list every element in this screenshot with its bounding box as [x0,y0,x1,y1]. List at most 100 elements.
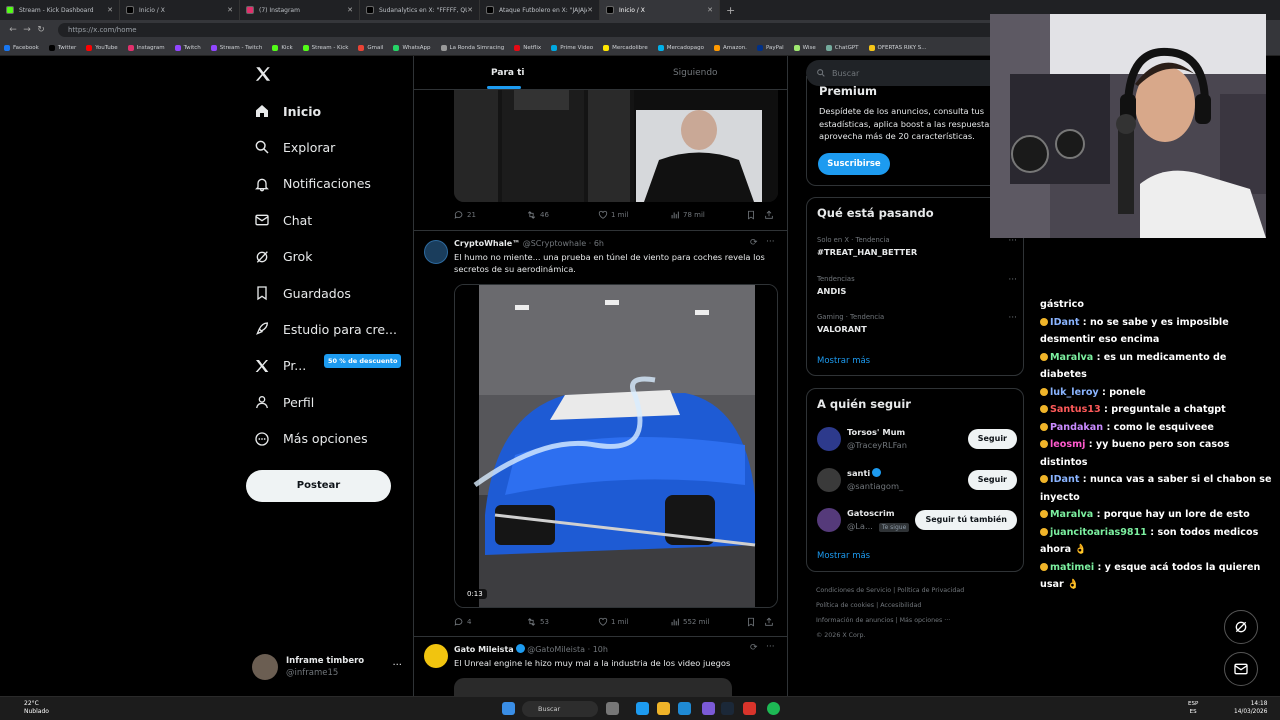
share-icon[interactable] [764,210,777,220]
browser-tab[interactable]: Inicio / X ✕ [600,0,720,20]
tweet-author-handle[interactable]: @SCryptowhale [523,239,586,248]
retweet-button[interactable]: 46 [526,210,598,220]
bookmark-item[interactable]: Stream - Kick [302,44,348,51]
footer-link[interactable]: Política de Privacidad [897,587,964,594]
edge-icon[interactable] [678,702,691,715]
bookmark-item[interactable]: WhatsApp [393,44,431,51]
bookmark-item[interactable]: OFERTAS RIKY S... [868,44,927,51]
follow-suggestion[interactable]: Gatoscrim @La... Te sigue Seguir tú también [817,506,1017,536]
browser-tab[interactable]: Inicio / X ✕ [120,0,240,20]
sidebar-item-notificaciones[interactable]: Notificaciones [254,170,371,198]
follow-suggestion[interactable]: santi @santiagom_ Seguir [817,466,1017,496]
bookmark-item[interactable]: Wise [793,44,816,51]
chat-username[interactable]: leosmj [1050,439,1085,450]
chat-username[interactable]: IDant [1050,317,1079,328]
sidebar-item-chat[interactable]: Chat [254,206,312,234]
close-icon[interactable]: ✕ [707,6,713,14]
new-tab-icon[interactable]: + [726,4,735,17]
bookmark-item[interactable]: La Ronda Simracing [440,44,504,51]
bookmark-item[interactable]: Prime Video [551,44,593,51]
reply-button[interactable]: 4 [454,617,526,627]
footer-link[interactable]: Accesibilidad [880,602,921,609]
trend-item[interactable]: Solo en X · Tendencia #TREAT_HAN_BETTER ··… [817,236,1017,257]
close-icon[interactable]: ✕ [347,6,353,14]
spotify-icon[interactable] [767,702,780,715]
avatar[interactable] [424,240,448,264]
tweet-video[interactable]: 0:13 [454,284,778,608]
retweet-button[interactable]: 53 [526,617,598,627]
reply-button[interactable]: 21 [454,210,526,220]
chat-username[interactable]: IDant [1050,474,1079,485]
tab-para-ti[interactable]: Para ti [414,56,602,89]
tweet-author-name[interactable]: Gato Mileista [454,645,514,654]
footer-link[interactable]: Información de anuncios [816,617,894,624]
follow-suggestion[interactable]: Torsos' Mum @TraceyRLFan Seguir [817,425,1017,455]
sidebar-item-pr[interactable]: Pr... 50 % de descuento [254,352,402,380]
bookmark-item[interactable]: Mercadopago [657,44,704,51]
grok-icon[interactable]: ⟳ [750,643,758,653]
avatar[interactable] [817,467,841,492]
close-icon[interactable]: ✕ [587,6,593,14]
bookmark-item[interactable]: Instagram [127,44,165,51]
tweet-time[interactable]: · 10h [588,645,608,654]
sidebar-item-explorar[interactable]: Explorar [254,133,335,161]
sidebar-item-inicio[interactable]: Inicio [254,97,321,125]
follow-button[interactable]: Seguir [967,469,1017,490]
footer-link[interactable]: Política de cookies [816,602,874,609]
chat-username[interactable]: Pandakan [1050,422,1103,433]
bookmark-item[interactable]: Twitch [174,44,201,51]
file-explorer-icon[interactable] [657,702,670,715]
browser-tab[interactable]: Ataque Futbolero en X: "JAJAJA, ...✕ [480,0,600,20]
bookmark-item[interactable]: Stream - Twitch [210,44,262,51]
bookmark-item[interactable]: YouTube [86,44,118,51]
chat-username[interactable]: Santus13 [1050,404,1101,415]
close-icon[interactable]: ✕ [227,6,233,14]
close-icon[interactable]: ✕ [467,6,473,14]
follow-button[interactable]: Seguir tú también [915,510,1017,530]
bookmark-item[interactable]: ChatGPT [825,44,859,51]
discord-icon[interactable] [702,702,715,715]
sidebar-item-guardados[interactable]: Guardados [254,279,351,307]
tweet-time[interactable]: · 6h [589,239,604,248]
bookmark-item[interactable]: Amazon. [713,44,747,51]
browser-tab[interactable]: Stream - Kick Dashboard ✕ [0,0,120,20]
chat-username[interactable]: matimei [1050,562,1094,573]
browser-tab[interactable]: Sudanalytics en X: "FFFFF, QUÉ G...✕ [360,0,480,20]
share-icon[interactable] [764,617,777,627]
subscribe-button[interactable]: Suscribirse [818,153,890,175]
bookmark-icon[interactable] [746,210,764,220]
like-button[interactable]: 1 mil [598,617,670,627]
bookmark-item[interactable]: Netflix [514,44,541,51]
bookmark-item[interactable]: Kick [272,44,293,51]
x-logo-icon[interactable] [254,64,272,88]
mail-icon[interactable] [1224,652,1258,686]
more-dots-icon[interactable]: ··· [1008,275,1017,285]
views-button[interactable]: 78 mil [670,210,746,220]
chat-username[interactable]: luk_leroy [1050,387,1099,398]
task-view-icon[interactable] [606,702,619,715]
grok-icon[interactable] [1224,610,1258,644]
clock[interactable]: 14:18 14/03/2026 [1234,700,1267,716]
more-dots-icon[interactable]: ··· [392,660,402,671]
views-button[interactable]: 552 mil [670,617,746,627]
bookmark-item[interactable]: Gmail [358,44,383,51]
app-icon[interactable] [743,702,756,715]
reload-icon[interactable]: ↻ [34,25,48,35]
chat-username[interactable]: Maralva [1050,352,1093,363]
widgets-icon[interactable] [636,702,649,715]
weather-widget[interactable]: 22°C Nublado [24,700,49,716]
show-more-link[interactable]: Mostrar más [817,551,870,561]
trend-item[interactable]: Tendencias ANDIS ··· [817,275,1017,296]
language-indicator[interactable]: ESP ES [1188,700,1198,716]
browser-tab[interactable]: (7) Instagram ✕ [240,0,360,20]
start-icon[interactable] [502,702,515,715]
footer-link[interactable]: Más opciones ··· [900,617,951,624]
tab-siguiendo[interactable]: Siguiendo [602,56,788,89]
avatar[interactable] [817,508,841,532]
more-dots-icon[interactable]: ··· [1008,313,1017,323]
tweet-author-handle[interactable]: @GatoMileista [527,645,585,654]
taskbar-search[interactable]: Buscar [522,701,598,717]
url-field[interactable]: https://x.com/home [58,23,1018,37]
close-icon[interactable]: ✕ [107,6,113,14]
show-more-link[interactable]: Mostrar más [817,356,870,366]
